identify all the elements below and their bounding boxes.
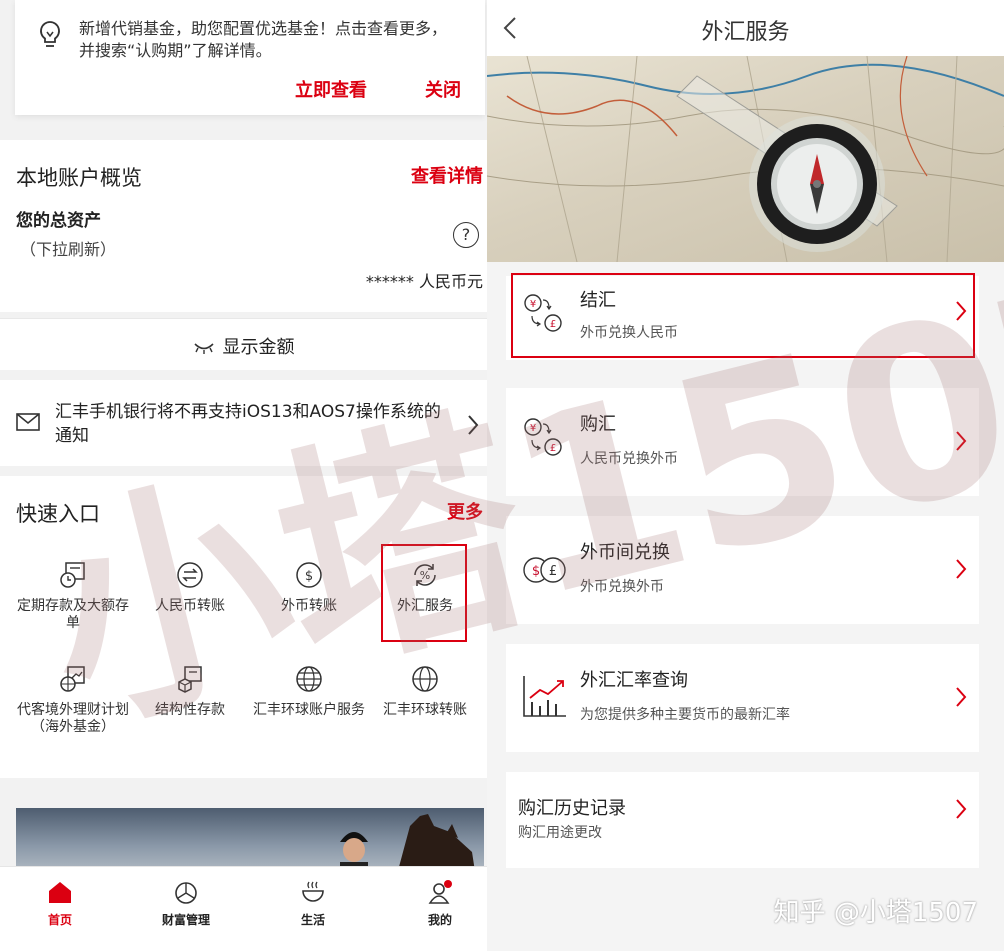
svg-text:£: £ [549, 564, 557, 579]
fx-item-purchase[interactable]: ¥ £ 购汇 人民币兑换外币 [506, 388, 979, 496]
tab-home[interactable]: 首页 [10, 879, 110, 928]
home-screen: 新增代销基金，助您配置优选基金！点击查看更多，并搜索“认购期”了解详情。 立即查… [0, 0, 487, 951]
quick-item-global-transfer[interactable]: 汇丰环球转账 [366, 664, 484, 719]
rmb-to-fx-icon: ¥ £ [524, 418, 562, 456]
time-deposit-icon [60, 562, 85, 588]
settle-highlight [511, 273, 975, 358]
overview-title: 本地账户概览 [16, 166, 142, 190]
quick-item-structured-deposit[interactable]: 结构性存款 [131, 664, 249, 719]
fx-item-subtitle: 人民币兑换外币 [580, 451, 678, 467]
rate-chart-icon [523, 676, 566, 717]
tab-profile[interactable]: 我的 [390, 879, 487, 928]
show-amount-button[interactable]: 显示金额 [0, 318, 487, 370]
fund-notice-card: 新增代销基金，助您配置优选基金！点击查看更多，并搜索“认购期”了解详情。 立即查… [15, 0, 485, 115]
fx-item-subtitle: 为您提供多种主要货币的最新汇率 [580, 707, 790, 723]
global-transfer-icon [412, 666, 438, 692]
svg-text:£: £ [550, 443, 556, 454]
foreign-transfer-icon: $ [296, 562, 322, 588]
profile-icon [428, 880, 452, 904]
tab-wealth[interactable]: 财富管理 [136, 879, 236, 928]
quick-item-label: 结构性存款 [155, 702, 225, 718]
quick-item-label: 外币转账 [281, 598, 337, 614]
fx-item-title: 外币间兑换 [580, 542, 670, 563]
fx-service-highlight [381, 544, 467, 642]
bottom-tab-bar: 首页 财富管理 生活 我的 [0, 866, 487, 951]
svg-text:¥: ¥ [530, 423, 536, 434]
tab-label: 首页 [47, 913, 72, 927]
chevron-right-icon [468, 415, 479, 435]
closed-eye-icon [193, 343, 214, 354]
quick-access-title: 快速入口 [16, 502, 100, 526]
structured-deposit-icon [178, 666, 202, 693]
more-link[interactable]: 更多 [447, 498, 483, 524]
show-amount-label: 显示金额 [222, 337, 295, 358]
system-notice-row[interactable]: 汇丰手机银行将不再支持iOS13和AOS7操作系统的通知 [0, 380, 487, 466]
quick-item-foreign-transfer[interactable]: $ 外币转账 [250, 560, 368, 615]
close-notice-button[interactable]: 关闭 [425, 76, 461, 102]
envelope-icon [16, 413, 40, 431]
tab-label: 生活 [300, 913, 325, 927]
quick-item-time-deposit[interactable]: 定期存款及大额存单 [14, 560, 132, 632]
fx-item-subtitle: 购汇用途更改 [518, 825, 602, 841]
fx-item-title: 购汇历史记录 [518, 798, 626, 819]
svg-text:$: $ [305, 569, 313, 584]
quick-item-label: 代客境外理财计划（海外基金） [17, 702, 129, 735]
svg-text:$: $ [532, 564, 540, 579]
fx-item-cross-exchange[interactable]: $ £ 外币间兑换 外币兑换外币 [506, 516, 979, 624]
total-assets-label: 您的总资产 [16, 211, 101, 231]
fx-item-subtitle: 外币兑换外币 [580, 579, 664, 595]
chevron-right-icon [956, 559, 967, 579]
chevron-right-icon [956, 431, 967, 451]
chevron-right-icon [956, 687, 967, 707]
quick-item-overseas-fund[interactable]: 代客境外理财计划（海外基金） [14, 664, 132, 736]
tab-label: 我的 [427, 913, 452, 927]
fx-service-screen: 外汇服务 ¥ £ 结汇 外币兑换人民币 ¥ £ 购汇 人民币兑换外币 $ £ 外… [487, 0, 1004, 951]
quick-item-rmb-transfer[interactable]: 人民币转账 [131, 560, 249, 615]
system-notice-text: 汇丰手机银行将不再支持iOS13和AOS7操作系统的通知 [55, 402, 441, 446]
fx-item-title: 购汇 [580, 414, 616, 435]
rmb-transfer-icon [177, 562, 203, 588]
view-now-button[interactable]: 立即查看 [295, 76, 367, 102]
notice-text: 新增代销基金，助您配置优选基金！点击查看更多，并搜索“认购期”了解详情。 [79, 19, 448, 60]
tab-life[interactable]: 生活 [263, 879, 363, 928]
life-icon [302, 881, 324, 902]
fx-item-purchase-history[interactable]: 购汇历史记录 购汇用途更改 [506, 772, 979, 868]
fx-exchange-icon: $ £ [523, 557, 566, 583]
page-title: 外汇服务 [701, 20, 790, 45]
tab-label: 财富管理 [161, 913, 210, 927]
fx-item-rate-query[interactable]: 外汇汇率查询 为您提供多种主要货币的最新汇率 [506, 644, 979, 752]
lightbulb-icon [40, 21, 60, 47]
overseas-fund-icon [60, 666, 85, 692]
quick-item-label: 人民币转账 [155, 598, 225, 614]
fx-header: 外汇服务 [487, 0, 1004, 56]
quick-item-global-account[interactable]: 汇丰环球账户服务 [250, 664, 368, 719]
quick-item-label: 汇丰环球转账 [383, 702, 467, 718]
quick-item-label: 汇丰环球账户服务 [253, 702, 365, 718]
global-account-icon [296, 666, 322, 692]
pull-refresh-hint: （下拉刷新） [20, 240, 117, 259]
account-overview: 本地账户概览 查看详情 您的总资产 （下拉刷新） ? ****** 人民币元 [0, 140, 487, 312]
view-details-link[interactable]: 查看详情 [411, 162, 483, 188]
hidden-amount: ****** 人民币元 [365, 272, 483, 291]
fx-item-title: 外汇汇率查询 [580, 670, 688, 691]
source-credit: 知乎 @小塔1507 [773, 898, 978, 928]
map-compass-image [487, 56, 1004, 262]
quick-item-label: 定期存款及大额存单 [17, 598, 129, 631]
wealth-icon [175, 882, 197, 904]
map-compass-banner [487, 56, 1004, 262]
home-icon [49, 882, 71, 903]
help-icon[interactable]: ? [453, 222, 479, 248]
chevron-right-icon [956, 799, 967, 819]
